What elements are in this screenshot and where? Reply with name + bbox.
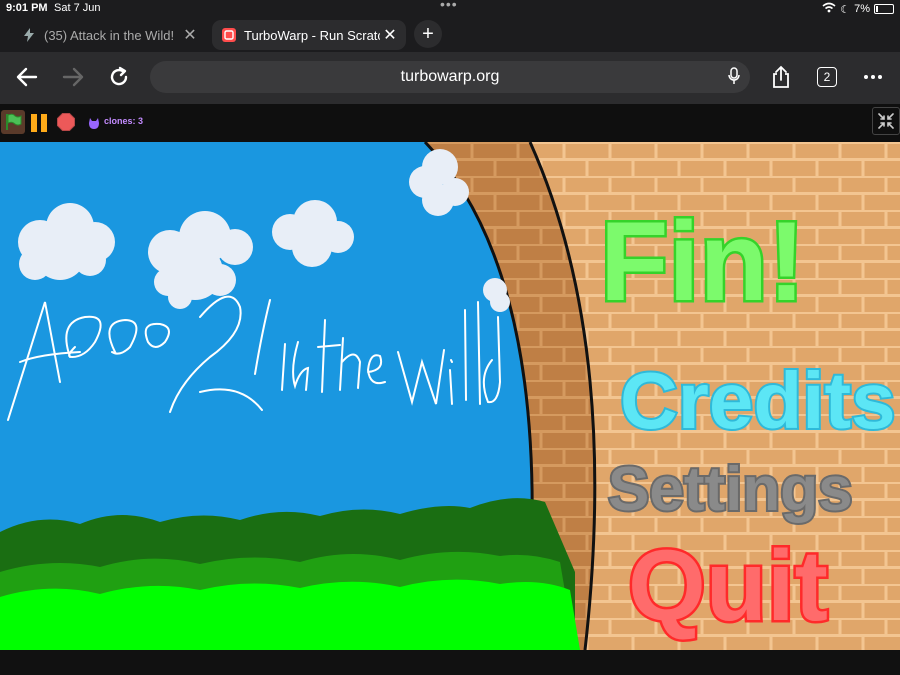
- clones-counter: clones: 3: [104, 116, 144, 126]
- exit-fullscreen-button[interactable]: [872, 107, 900, 135]
- moon-icon: ☾: [840, 3, 851, 16]
- status-bar: 9:01 PM Sat 7 Jun ••• ☾ 7%: [0, 0, 900, 18]
- microphone-icon[interactable]: [728, 67, 740, 90]
- tab-title: TurboWarp - Run Scratch: [244, 27, 380, 43]
- turbowarp-icon: [222, 28, 236, 42]
- more-menu-button[interactable]: [858, 62, 888, 92]
- turbowarp-controls: clones: 3: [0, 104, 900, 142]
- credits-button[interactable]: Credits: [618, 354, 898, 447]
- close-tab-icon[interactable]: ✕: [180, 25, 200, 45]
- reload-button[interactable]: [104, 62, 134, 92]
- wifi-icon: [822, 2, 836, 16]
- tab-attack-in-the-wild[interactable]: (35) Attack in the Wild! ✕: [12, 20, 206, 50]
- share-button[interactable]: [766, 62, 796, 92]
- green-flag-button[interactable]: [1, 110, 25, 134]
- browser-toolbar: turbowarp.org 2: [0, 52, 900, 104]
- battery-percent: 7%: [854, 3, 870, 15]
- url-text: turbowarp.org: [400, 68, 500, 85]
- settings-button[interactable]: Settings: [606, 453, 855, 526]
- battery-icon: [874, 4, 894, 14]
- clones-icon: [88, 117, 100, 129]
- play-button[interactable]: Fin!: [598, 197, 808, 327]
- multitask-dots-icon[interactable]: •••: [440, 0, 458, 12]
- new-tab-button[interactable]: +: [414, 20, 442, 48]
- back-button[interactable]: [12, 62, 42, 92]
- stage-bottom-margin: [0, 650, 900, 675]
- address-bar[interactable]: turbowarp.org: [150, 61, 750, 93]
- lightning-icon: [22, 28, 36, 42]
- pause-button[interactable]: [30, 114, 48, 132]
- quit-button[interactable]: Quit: [626, 528, 831, 645]
- status-indicators: ☾ 7%: [822, 2, 894, 16]
- tab-bar: (35) Attack in the Wild! ✕ TurboWarp - R…: [0, 18, 900, 52]
- tab-title: (35) Attack in the Wild!: [44, 27, 175, 43]
- game-stage[interactable]: Fin! Credits Settings Quit: [0, 142, 900, 650]
- status-time: 9:01 PM: [6, 2, 48, 14]
- tab-count-button[interactable]: 2: [812, 62, 842, 92]
- tab-turbowarp[interactable]: TurboWarp - Run Scratch ✕: [212, 20, 406, 50]
- tab-count: 2: [817, 67, 837, 87]
- forward-button[interactable]: [58, 62, 88, 92]
- status-date: Sat 7 Jun: [54, 2, 101, 14]
- close-tab-icon[interactable]: ✕: [380, 25, 400, 45]
- stop-button[interactable]: [57, 113, 75, 131]
